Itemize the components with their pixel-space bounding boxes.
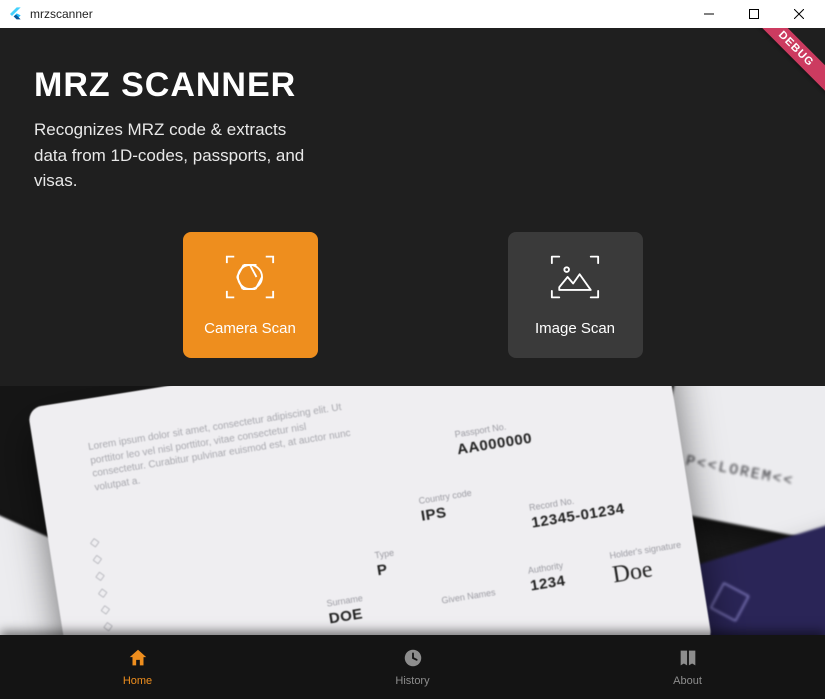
banner-surname: Surname DOE — [326, 593, 367, 627]
history-icon — [402, 647, 424, 672]
nav-about-label: About — [673, 675, 702, 687]
perforation-decor — [91, 539, 115, 636]
page-title: MRZ SCANNER — [34, 66, 791, 105]
camera-scan-label: Camera Scan — [204, 320, 296, 337]
banner-given-names: Given Names — [441, 587, 497, 607]
banner-country-code: Country code IPS — [418, 488, 475, 525]
flutter-logo-icon — [8, 6, 24, 22]
banner-lorem-text: Lorem ipsum dolor sit amet, consectetur … — [87, 399, 362, 495]
document-banner: P<<LOREM<< Lorem ipsum dolor sit amet, c… — [0, 386, 825, 636]
banner-type: Type P — [374, 548, 398, 580]
nav-about[interactable]: About — [628, 647, 748, 687]
nav-home-label: Home — [123, 675, 152, 687]
window-titlebar: mrzscanner — [0, 0, 825, 28]
mrz-sample-text: P<<LOREM<< — [684, 453, 795, 491]
page-subtitle: Recognizes MRZ code & extracts data from… — [34, 117, 314, 194]
banner-authority: Authority 1234 — [527, 560, 567, 594]
banner-signature: Holder's signature Doe — [609, 540, 686, 590]
maximize-button[interactable] — [731, 0, 776, 28]
banner-card-main: Lorem ipsum dolor sit amet, consectetur … — [27, 386, 712, 636]
home-icon — [127, 647, 149, 672]
hero-section: MRZ SCANNER Recognizes MRZ code & extrac… — [0, 28, 825, 204]
about-icon — [677, 647, 699, 672]
image-scan-label: Image Scan — [535, 320, 615, 337]
image-scan-icon — [547, 252, 603, 306]
camera-aperture-icon — [222, 252, 278, 306]
scan-buttons-row: Camera Scan Image Scan — [0, 232, 825, 358]
nav-home[interactable]: Home — [78, 647, 198, 687]
minimize-button[interactable] — [686, 0, 731, 28]
bottom-nav: Home History About — [0, 635, 825, 699]
nav-history-label: History — [395, 675, 429, 687]
close-button[interactable] — [776, 0, 821, 28]
app-root: DEBUG MRZ SCANNER Recognizes MRZ code & … — [0, 28, 825, 699]
banner-passport-no: Passport No. AA000000 — [454, 418, 533, 458]
camera-scan-button[interactable]: Camera Scan — [183, 232, 318, 358]
banner-record-no: Record No. 12345-01234 — [528, 488, 625, 531]
nav-history[interactable]: History — [353, 647, 473, 687]
image-scan-button[interactable]: Image Scan — [508, 232, 643, 358]
window-title: mrzscanner — [30, 7, 93, 21]
